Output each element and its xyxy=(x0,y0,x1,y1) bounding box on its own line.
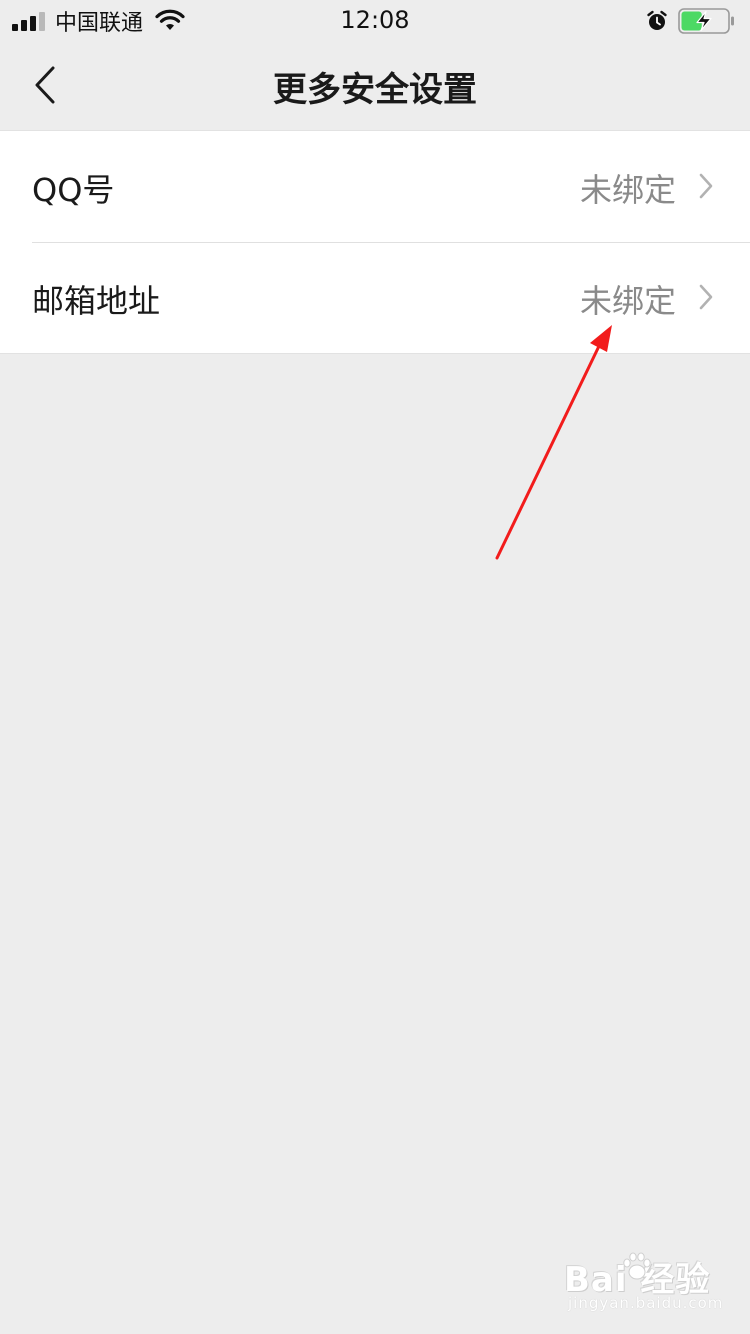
chevron-right-icon xyxy=(699,173,713,199)
row-status-value: 未绑定 xyxy=(579,171,676,209)
alarm-icon xyxy=(647,10,667,30)
row-label: QQ号 xyxy=(32,171,115,209)
row-status-value: 未绑定 xyxy=(579,282,676,320)
screen: 中国联通 12:08 更多安全设置 QQ号 未绑定 邮箱地址 未绑定 Bai 经… xyxy=(0,0,750,1334)
nav-bar: 更多安全设置 xyxy=(0,40,750,130)
qq-number-row[interactable]: QQ号 未绑定 xyxy=(0,131,750,242)
chevron-right-icon xyxy=(699,284,713,310)
email-address-row[interactable]: 邮箱地址 未绑定 xyxy=(0,242,750,353)
settings-list: QQ号 未绑定 邮箱地址 未绑定 xyxy=(0,130,750,354)
battery-charging-icon xyxy=(678,8,734,34)
status-bar: 中国联通 12:08 xyxy=(0,0,750,40)
paw-icon xyxy=(623,1252,651,1280)
status-time: 12:08 xyxy=(340,6,410,34)
baidu-jingyan-watermark: Bai 经验 jingyan.baidu.com xyxy=(564,1248,722,1318)
row-label: 邮箱地址 xyxy=(32,282,161,320)
page-title: 更多安全设置 xyxy=(273,70,477,110)
watermark-url: jingyan.baidu.com xyxy=(568,1294,724,1312)
status-right xyxy=(646,7,736,35)
